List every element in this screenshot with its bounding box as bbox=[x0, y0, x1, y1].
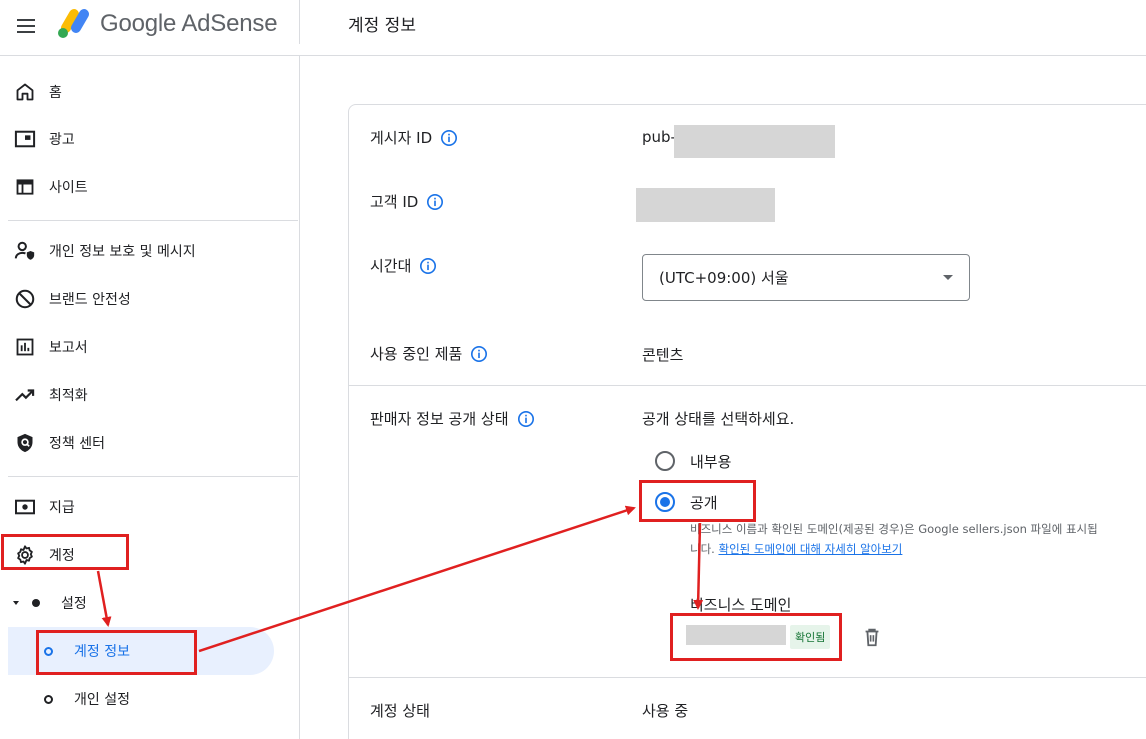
privacy-icon bbox=[14, 240, 36, 262]
sidebar-item-label: 브랜드 안전성 bbox=[49, 292, 131, 308]
sidebar-subitem-label: 개인 설정 bbox=[74, 692, 130, 708]
top-app-bar: Google AdSense 계정 정보 bbox=[0, 0, 1146, 56]
products-label: 사용 중인 제품 bbox=[370, 345, 463, 363]
adsense-logo[interactable]: Google AdSense bbox=[56, 7, 278, 41]
menu-icon[interactable] bbox=[12, 12, 40, 40]
annotation-box-business-domain bbox=[670, 613, 842, 661]
radio-internal-label: 내부용 bbox=[690, 453, 732, 471]
annotation-box-account bbox=[1, 534, 129, 570]
account-status-value: 사용 중 bbox=[642, 702, 689, 720]
policy-shield-icon bbox=[14, 432, 36, 454]
annotation-box-account-info bbox=[36, 630, 197, 675]
nav-divider bbox=[8, 476, 298, 477]
page-title: 계정 정보 bbox=[348, 16, 416, 36]
sidebar-item-policy-center[interactable]: 정책 센터 bbox=[0, 419, 298, 467]
delete-icon[interactable] bbox=[861, 626, 883, 648]
publisher-id-row-label: 게시자 ID bbox=[370, 127, 458, 148]
bullet-icon bbox=[32, 599, 40, 607]
publisher-id-label: 게시자 ID bbox=[370, 129, 433, 147]
timezone-label: 시간대 bbox=[370, 257, 412, 275]
info-icon[interactable] bbox=[440, 129, 458, 147]
sidebar-item-label: 정책 센터 bbox=[49, 436, 105, 452]
sidebar-item-privacy[interactable]: 개인 정보 보호 및 메시지 bbox=[0, 227, 298, 275]
timezone-row-label: 시간대 bbox=[370, 255, 437, 276]
seller-status-row-label: 판매자 정보 공개 상태 bbox=[370, 408, 535, 429]
dropdown-arrow-icon bbox=[943, 275, 953, 280]
sidebar-item-sites[interactable]: 사이트 bbox=[0, 163, 298, 211]
sidebar-item-label: 사이트 bbox=[49, 180, 88, 196]
nav-divider bbox=[8, 220, 298, 221]
sidebar-item-label: 광고 bbox=[49, 132, 75, 148]
products-row-label: 사용 중인 제품 bbox=[370, 343, 488, 364]
account-status-label: 계정 상태 bbox=[370, 702, 430, 720]
block-icon bbox=[14, 288, 36, 310]
sidebar-item-label: 홈 bbox=[49, 85, 62, 101]
seller-status-prompt: 공개 상태를 선택하세요. bbox=[642, 410, 795, 428]
expand-caret-icon bbox=[13, 601, 19, 605]
sidebar-item-label: 보고서 bbox=[49, 340, 88, 356]
reports-icon bbox=[14, 336, 36, 358]
info-icon[interactable] bbox=[419, 257, 437, 275]
redacted-customer-id bbox=[636, 188, 775, 222]
sidebar-item-reports[interactable]: 보고서 bbox=[0, 323, 298, 371]
sidebar-item-label: 지급 bbox=[49, 500, 75, 516]
sidebar-item-label: 개인 정보 보호 및 메시지 bbox=[49, 244, 196, 260]
sites-icon bbox=[14, 176, 36, 198]
sidebar-item-home[interactable]: 홈 bbox=[0, 68, 298, 116]
learn-more-link[interactable]: 확인된 도메인에 대해 자세히 알아보기 bbox=[718, 542, 902, 556]
card-divider bbox=[349, 677, 1146, 678]
home-icon bbox=[14, 81, 36, 103]
sidebar-item-payments[interactable]: 지급 bbox=[0, 483, 298, 531]
customer-id-label: 고객 ID bbox=[370, 193, 419, 211]
redacted-publisher-id bbox=[674, 125, 835, 158]
annotation-box-public-radio bbox=[639, 480, 756, 522]
info-icon[interactable] bbox=[517, 410, 535, 428]
radio-internal[interactable] bbox=[655, 451, 675, 471]
sidebar-item-label: 최적화 bbox=[49, 388, 88, 404]
seller-status-label: 판매자 정보 공개 상태 bbox=[370, 410, 509, 428]
trending-up-icon bbox=[14, 384, 36, 406]
logo-text: Google AdSense bbox=[100, 10, 278, 37]
products-value: 콘텐츠 bbox=[642, 346, 684, 364]
ads-icon bbox=[14, 128, 36, 150]
header-divider bbox=[299, 0, 300, 44]
adsense-logo-mark bbox=[58, 9, 89, 38]
card-divider bbox=[349, 385, 1146, 386]
business-domain-label: 비즈니스 도메인 bbox=[690, 596, 792, 614]
customer-id-row-label: 고객 ID bbox=[370, 191, 444, 212]
payments-icon bbox=[14, 496, 36, 518]
sidebar-item-ads[interactable]: 광고 bbox=[0, 115, 298, 163]
info-icon[interactable] bbox=[470, 345, 488, 363]
sellers-json-helper: 비즈니스 이름과 확인된 도메인(제공된 경우)은 Google sellers… bbox=[690, 519, 1100, 559]
sidebar-subitem-personal-settings[interactable]: 개인 설정 bbox=[8, 675, 274, 723]
publisher-id-prefix: pub- bbox=[642, 128, 676, 146]
sidebar-item-brand-safety[interactable]: 브랜드 안전성 bbox=[0, 275, 298, 323]
radio-dot-icon bbox=[44, 694, 53, 704]
sidebar-item-optimization[interactable]: 최적화 bbox=[0, 371, 298, 419]
sidebar-item-label: 설정 bbox=[61, 596, 87, 612]
timezone-select[interactable]: (UTC+09:00) 서울 bbox=[642, 254, 970, 301]
timezone-value: (UTC+09:00) 서울 bbox=[659, 269, 789, 287]
sidebar-item-settings[interactable]: 설정 bbox=[0, 579, 298, 627]
info-icon[interactable] bbox=[426, 193, 444, 211]
